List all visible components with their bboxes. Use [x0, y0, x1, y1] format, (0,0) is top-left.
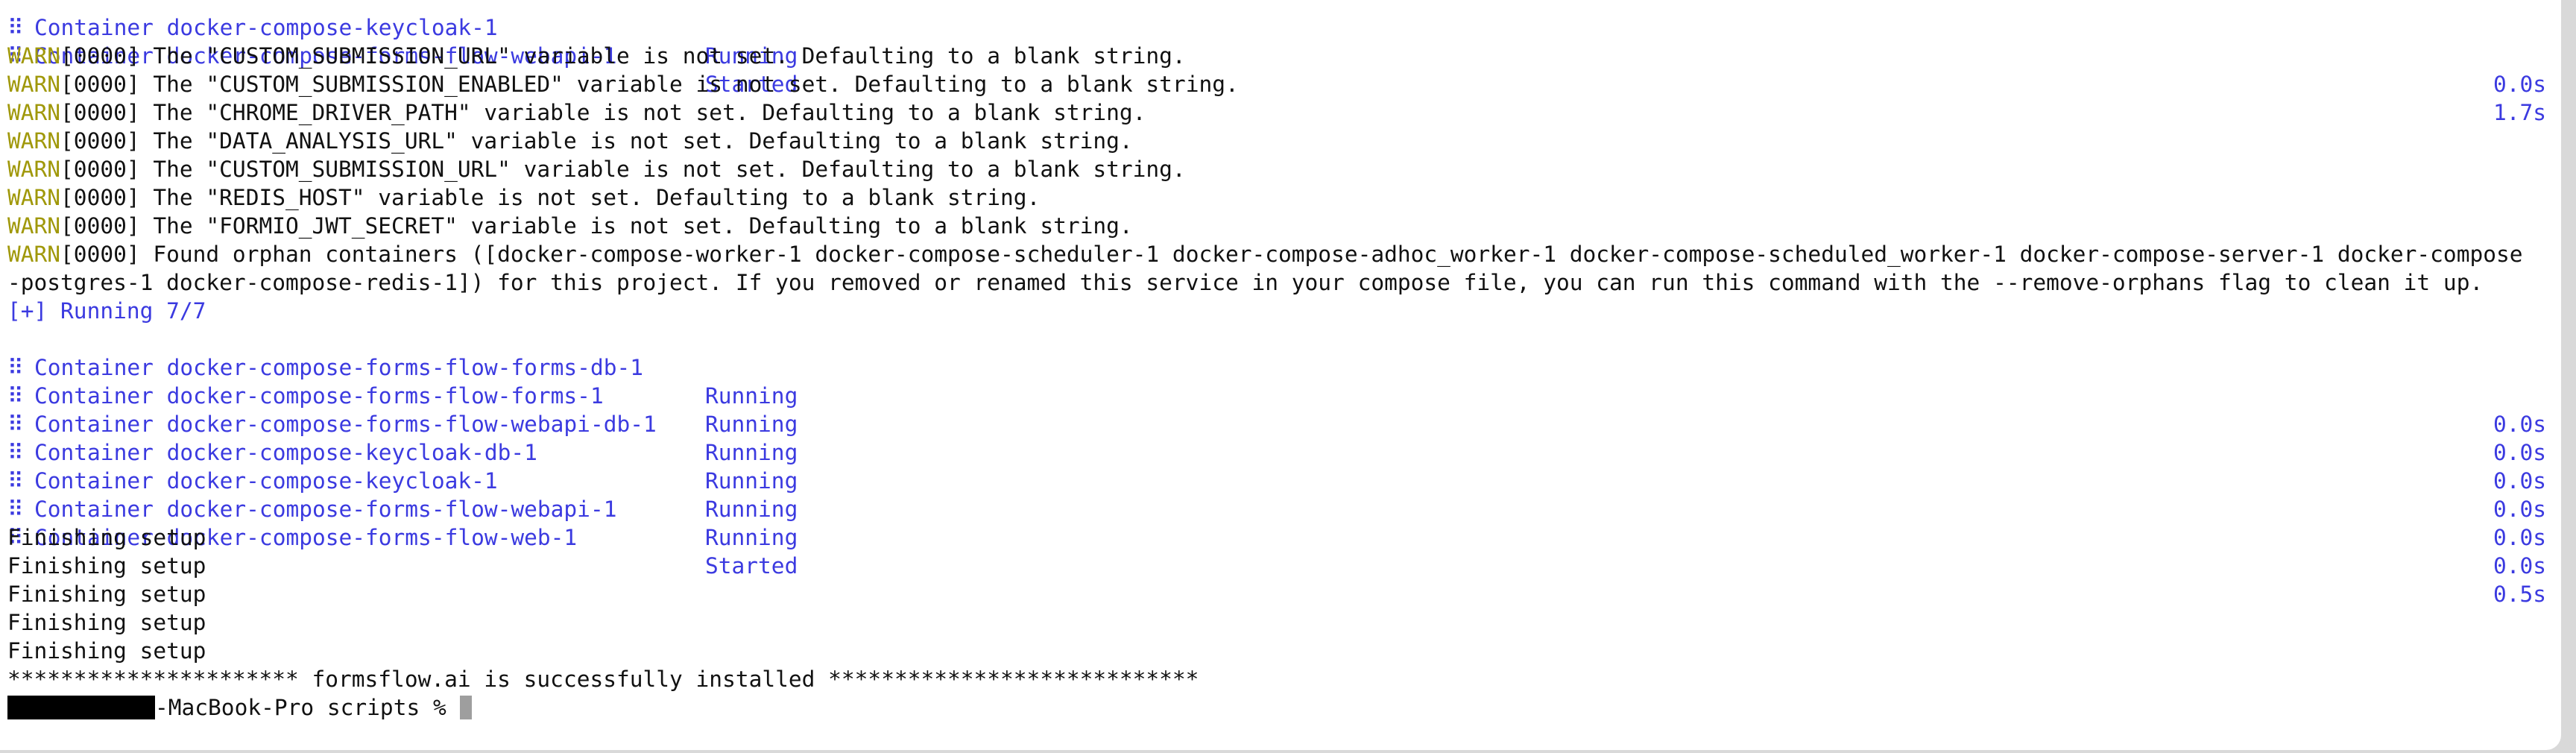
prompt-text: -MacBook-Pro scripts % [155, 695, 460, 720]
finishing-line: Finishing setup [7, 553, 206, 579]
container-row: ⠿ Container docker-compose-forms-flow-web… [7, 382, 2546, 494]
container-row: ⠿ Container docker-compose-forms-flow-for… [7, 353, 2546, 465]
warning-text: [0000] Found orphan containers ([docker-… [60, 242, 2523, 267]
finishing-line: Finishing setup [7, 525, 206, 550]
finishing-line: Finishing setup [7, 582, 206, 607]
warn-prefix: WARN [7, 72, 61, 97]
container-row: ⠿ Container docker-compose-keycloak-1 Run… [7, 438, 2546, 550]
container-row: ⠿ Container docker-compose-forms-flow-web… [7, 467, 2546, 579]
warning-line: WARN[0000] The "REDIS_HOST" variable is … [7, 183, 2546, 212]
finishing-line: Finishing setup [7, 610, 206, 635]
warning-line: WARN[0000] The "DATA_ANALYSIS_URL" varia… [7, 127, 2546, 155]
container-row: ⠿ Container docker-compose-keycloak-db-1 … [7, 410, 2546, 522]
terminal-output: ⠿ Container docker-compose-keycloak-1 Run… [7, 0, 2546, 722]
warn-prefix: WARN [7, 185, 61, 210]
container-row: ⠿ Container docker-compose-forms-flow-web… [7, 495, 2546, 607]
warn-prefix: WARN [7, 128, 61, 154]
text-cursor[interactable] [459, 695, 472, 719]
container-row: ⠿ Container docker-compose-keycloak-1 Run… [7, 0, 2546, 97]
finishing-line: Finishing setup [7, 638, 206, 664]
terminal-window[interactable]: ⠿ Container docker-compose-keycloak-1 Run… [0, 0, 2561, 750]
success-message: ********************** formsflow.ai is s… [7, 667, 1199, 692]
container-row: ⠿ Container docker-compose-forms-flow-web… [7, 13, 2546, 125]
warning-text: [0000] The "FORMIO_JWT_SECRET" variable … [60, 213, 1133, 239]
warning-text: [0000] The "CUSTOM_SUBMISSION_ENABLED" v… [60, 72, 1239, 97]
container-row: ⠿ Container docker-compose-forms-flow-for… [7, 325, 2546, 437]
orphan-warning-line: WARN[0000] Found orphan containers ([doc… [7, 240, 2546, 268]
warn-prefix: WARN [7, 100, 61, 125]
warn-prefix: WARN [7, 157, 61, 182]
warning-line: WARN[0000] The "CUSTOM_SUBMISSION_URL" v… [7, 155, 2546, 183]
redacted-username [7, 695, 155, 719]
orphan-warning-continuation: -postgres-1 docker-compose-redis-1]) for… [7, 270, 2484, 295]
warning-text: [0000] The "DATA_ANALYSIS_URL" variable … [60, 128, 1133, 154]
warning-line: WARN[0000] The "CUSTOM_SUBMISSION_ENABLE… [7, 70, 2546, 98]
warn-prefix: WARN [7, 43, 61, 69]
warning-line: WARN[0000] The "FORMIO_JWT_SECRET" varia… [7, 212, 2546, 240]
warn-prefix: WARN [7, 242, 61, 267]
warning-text: [0000] The "REDIS_HOST" variable is not … [60, 185, 1041, 210]
warning-text: [0000] The "CUSTOM_SUBMISSION_URL" varia… [60, 157, 1186, 182]
warning-text: [0000] The "CUSTOM_SUBMISSION_URL" varia… [60, 43, 1186, 69]
warning-line: WARN[0000] The "CUSTOM_SUBMISSION_URL" v… [7, 42, 2546, 70]
warning-text: [0000] The "CHROME_DRIVER_PATH" variable… [60, 100, 1146, 125]
running-header: [+] Running 7/7 [7, 298, 206, 324]
warning-line: WARN[0000] The "CHROME_DRIVER_PATH" vari… [7, 98, 2546, 127]
shell-prompt[interactable]: -MacBook-Pro scripts % [7, 693, 2546, 722]
warn-prefix: WARN [7, 213, 61, 239]
